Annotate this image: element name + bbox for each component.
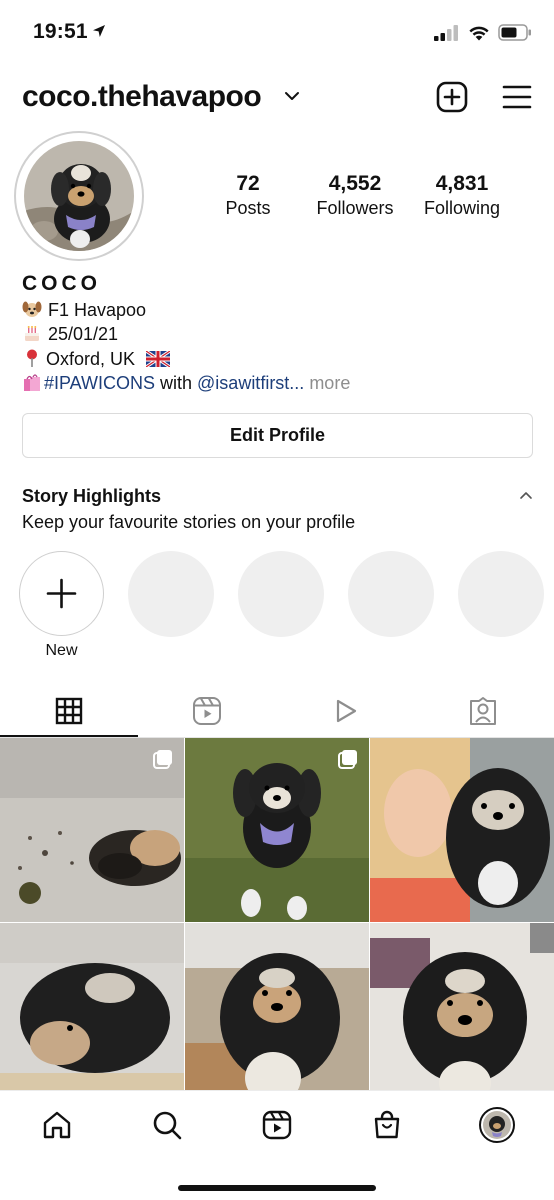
tagged-person-icon [470, 697, 496, 725]
post-thumbnail[interactable] [0, 738, 184, 922]
bio-birthday: 25/01/21 [48, 324, 119, 344]
posts-grid [0, 738, 554, 1107]
cellular-signal-icon [434, 24, 458, 41]
active-tab-indicator [0, 735, 138, 737]
shopping-bags-icon [24, 374, 40, 391]
bio-location: Oxford, UK [46, 348, 136, 369]
status-bar: 19:51 [0, 0, 554, 66]
status-icons [434, 24, 532, 41]
wifi-icon [469, 26, 489, 40]
shop-icon [374, 1110, 400, 1139]
play-icon [336, 699, 357, 723]
dog-face-icon [22, 301, 42, 317]
battery-icon [498, 24, 531, 41]
posts-count[interactable]: 72 Posts [193, 172, 303, 219]
uk-flag-icon [146, 350, 171, 367]
profile-header: coco.thehavapoo [0, 72, 554, 128]
profile-bio: COCO F1 Havapoo 25/01/21 Oxford, UK #IPA… [22, 272, 542, 396]
nav-shop[interactable] [367, 1105, 407, 1145]
bottom-navigation [0, 1090, 554, 1200]
bio-hashtag-link[interactable]: #IPAWICONS [44, 373, 155, 393]
tab-tagged[interactable] [414, 686, 552, 736]
nav-reels[interactable] [257, 1105, 297, 1145]
chevron-down-icon[interactable] [284, 90, 300, 102]
bio-line-shop: #IPAWICONS with @isawitfirst... more [22, 371, 542, 396]
home-icon [43, 1111, 71, 1139]
account-username[interactable]: coco.thehavapoo [22, 80, 262, 114]
posts-count-label: Posts [225, 198, 271, 218]
following-count[interactable]: 4,831 Following [407, 172, 517, 219]
tab-grid[interactable] [0, 686, 138, 737]
display-name: COCO [22, 272, 101, 295]
highlight-placeholder [458, 551, 544, 637]
round-pushpin-icon [27, 349, 37, 367]
profile-content-tabs [0, 686, 554, 738]
edit-profile-button[interactable]: Edit Profile [22, 413, 533, 458]
menu-icon[interactable] [502, 84, 532, 110]
birthday-cake-icon [25, 326, 39, 341]
reels-icon [262, 1110, 292, 1140]
tab-videos[interactable] [276, 686, 414, 736]
reels-icon [193, 697, 221, 725]
followers-count-value: 4,552 [328, 172, 382, 195]
highlight-placeholder [348, 551, 434, 637]
following-count-label: Following [423, 198, 501, 218]
nav-home[interactable] [37, 1105, 77, 1145]
status-time: 19:51 [33, 20, 88, 43]
followers-count-label: Followers [316, 198, 394, 218]
bio-line-location: Oxford, UK [22, 347, 542, 372]
highlight-placeholder [128, 551, 214, 637]
home-indicator [178, 1185, 376, 1191]
post-thumbnail[interactable] [370, 923, 554, 1107]
plus-icon [46, 578, 76, 608]
location-arrow-icon [93, 25, 105, 37]
new-highlight-label: New [45, 642, 78, 659]
profile-avatar-icon [479, 1107, 515, 1143]
bio-line-breed: F1 Havapoo [22, 298, 542, 323]
multiple-photos-icon [338, 750, 357, 769]
new-post-icon[interactable] [436, 81, 468, 113]
post-thumbnail[interactable] [0, 923, 184, 1107]
nav-search[interactable] [147, 1105, 187, 1145]
bio-mention-link[interactable]: @isawitfirst... [197, 373, 304, 393]
bio-with-text: with [155, 373, 198, 393]
profile-avatar[interactable] [14, 131, 144, 261]
bio-line-birthday: 25/01/21 [22, 322, 542, 347]
bio-breed: F1 Havapoo [48, 299, 147, 320]
new-highlight-button[interactable] [19, 551, 104, 636]
chevron-up-icon[interactable] [518, 490, 534, 502]
grid-icon [55, 697, 83, 725]
multiple-photos-icon [153, 750, 172, 769]
search-icon [153, 1111, 182, 1140]
following-count-value: 4,831 [435, 172, 489, 195]
followers-count[interactable]: 4,552 Followers [300, 172, 410, 219]
highlight-placeholder [238, 551, 324, 637]
posts-count-value: 72 [236, 172, 260, 195]
story-highlights-subtitle: Keep your favourite stories on your prof… [22, 512, 356, 532]
nav-profile[interactable] [477, 1105, 517, 1145]
story-highlights-title: Story Highlights [22, 486, 161, 506]
post-thumbnail[interactable] [370, 738, 554, 922]
bio-more-link[interactable]: more [304, 373, 350, 393]
tab-reels[interactable] [138, 686, 276, 736]
post-thumbnail[interactable] [185, 738, 369, 922]
post-thumbnail[interactable] [185, 923, 369, 1107]
profile-photo [24, 141, 134, 251]
